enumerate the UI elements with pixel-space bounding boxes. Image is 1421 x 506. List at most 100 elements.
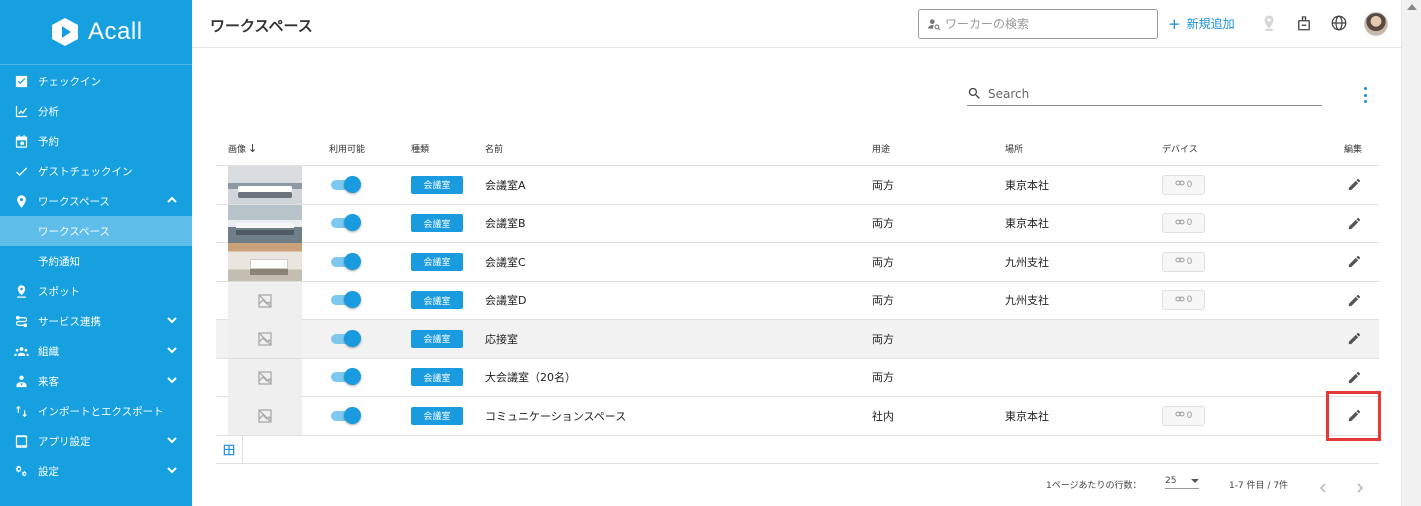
dropdown-arrow-icon (1191, 479, 1199, 483)
location-cell: 九州支社 (1005, 294, 1049, 308)
rows-per-page-select[interactable]: 25 (1165, 476, 1199, 489)
workspace-name: 会議室A (485, 178, 526, 192)
sidebar-item-7[interactable]: 予約通知 (0, 246, 192, 276)
sidebar-item-8[interactable]: スポット (0, 276, 192, 306)
sidebar-item-label: ワークスペース (38, 225, 110, 238)
usage-cell: 社内 (872, 409, 894, 423)
next-page-icon[interactable] (1354, 479, 1366, 493)
location-icon[interactable] (1259, 13, 1279, 33)
sidebar-item-label: ワークスペース (38, 195, 110, 208)
chevron-down-icon[interactable] (166, 464, 178, 476)
usage-cell: 両方 (872, 294, 894, 308)
sidebar-item-6[interactable]: ワークスペース (0, 216, 192, 246)
footer-divider (242, 435, 243, 464)
sidebar-item-14[interactable]: 設定 (0, 456, 192, 486)
table-row[interactable]: 会議室 会議室A 両方 東京本社 0 (216, 166, 1379, 205)
edit-pencil-icon[interactable] (1344, 205, 1364, 243)
grid-view-icon[interactable] (222, 442, 238, 458)
page-range: 1-7 件目 / 7件 (1229, 481, 1289, 491)
chevron-up-icon[interactable] (166, 194, 178, 206)
device-link-button[interactable]: 0 (1162, 405, 1205, 426)
page-scrollbar[interactable] (1401, 0, 1421, 506)
table-row[interactable]: 会議室 会議室B 両方 東京本社 0 (216, 204, 1379, 243)
sidebar-item-11[interactable]: 来客 (0, 366, 192, 396)
sidebar-item-4[interactable]: ゲストチェックイン (0, 156, 192, 186)
import-export-icon (13, 403, 29, 419)
chart-icon (13, 103, 29, 119)
table-row[interactable]: 会議室 会議室D 両方 九州支社 0 (216, 281, 1379, 320)
type-badge: 会議室 (411, 406, 463, 425)
table-row[interactable]: 会議室 大会議室（20名） 両方 (216, 358, 1379, 397)
edit-highlight-annotation (1326, 391, 1381, 441)
prev-page-icon[interactable] (1317, 479, 1329, 493)
device-link-button[interactable]: 0 (1162, 251, 1205, 272)
type-cell: 会議室 (411, 243, 463, 281)
brand-logo[interactable]: Acall (0, 0, 192, 65)
edit-pencil-icon[interactable] (1344, 320, 1364, 358)
type-cell: 会議室 (411, 397, 463, 435)
globe-icon[interactable] (1329, 13, 1349, 33)
sidebar-item-2[interactable]: 分析 (0, 96, 192, 126)
sort-arrow-down-icon[interactable]: ↓ (248, 142, 257, 155)
worker-search-box[interactable] (918, 9, 1158, 39)
sidebar-item-13[interactable]: アプリ設定 (0, 426, 192, 456)
device-link-button[interactable]: 0 (1162, 213, 1205, 234)
available-toggle[interactable] (331, 359, 361, 397)
chevron-down-icon[interactable] (166, 314, 178, 326)
sidebar-item-9[interactable]: サービス連携 (0, 306, 192, 336)
sidebar-item-5[interactable]: ワークスペース (0, 186, 192, 216)
badge-holder-icon[interactable] (1294, 13, 1314, 33)
device-cell: 0 (1162, 243, 1205, 281)
table-row[interactable]: 会議室 応接室 両方 (216, 320, 1379, 359)
device-cell: 0 (1162, 282, 1205, 320)
workspace-photo (228, 204, 302, 243)
route-icon (13, 313, 29, 329)
edit-pencil-icon[interactable] (1344, 166, 1364, 204)
table-row[interactable]: 会議室 会議室C 両方 九州支社 0 (216, 243, 1379, 282)
user-avatar[interactable] (1364, 12, 1388, 36)
col-image[interactable]: 画像 ↓ (228, 142, 257, 155)
rows-per-page-label: 1ページあたりの行数： (1046, 481, 1142, 491)
col-edit: 編集 (1344, 145, 1363, 155)
chevron-down-icon[interactable] (166, 374, 178, 386)
available-toggle[interactable] (331, 282, 361, 320)
top-header: ワークスペース + 新規追加 (192, 0, 1401, 48)
worker-search-input[interactable] (945, 17, 1145, 31)
more-options-button[interactable] (1360, 87, 1370, 103)
usage-cell: 両方 (872, 371, 894, 385)
scroll-up-arrow-icon[interactable] (1407, 4, 1417, 10)
device-link-button[interactable]: 0 (1162, 174, 1205, 195)
checkbox-icon (13, 73, 29, 89)
sidebar-item-10[interactable]: 組織 (0, 336, 192, 366)
usage-cell: 両方 (872, 255, 894, 269)
edit-pencil-icon[interactable] (1344, 282, 1364, 320)
tablet-icon (13, 433, 29, 449)
col-device: デバイス (1162, 145, 1198, 155)
add-new-button[interactable]: + 新規追加 (1168, 15, 1235, 32)
chevron-down-icon[interactable] (166, 434, 178, 446)
search-icon (968, 87, 980, 99)
sidebar-item-12[interactable]: インポートとエクスポート (0, 396, 192, 426)
device-count: 0 (1186, 256, 1193, 267)
available-toggle[interactable] (331, 205, 361, 243)
available-toggle[interactable] (331, 320, 361, 358)
table-search-box[interactable] (967, 82, 1322, 106)
device-link-button[interactable]: 0 (1162, 290, 1205, 311)
table-row[interactable]: 会議室 コミュニケーションスペース 社内 東京本社 0 (216, 397, 1379, 436)
sidebar-item-3[interactable]: 予約 (0, 126, 192, 156)
available-toggle[interactable] (331, 397, 361, 435)
table-search-input[interactable] (988, 86, 1308, 101)
location-cell: 東京本社 (1005, 178, 1049, 192)
available-toggle[interactable] (331, 166, 361, 204)
acall-logo-icon (50, 17, 80, 47)
chevron-down-icon[interactable] (166, 344, 178, 356)
sidebar-item-1[interactable]: チェックイン (0, 66, 192, 96)
edit-pencil-icon[interactable] (1344, 243, 1364, 281)
available-toggle[interactable] (331, 243, 361, 281)
device-cell: 0 (1162, 397, 1205, 435)
page-title: ワークスペース (210, 17, 313, 35)
sidebar-item-label: サービス連携 (38, 315, 101, 328)
gears-icon (13, 463, 29, 479)
type-badge: 会議室 (411, 329, 463, 348)
workspace-photo (228, 166, 302, 204)
